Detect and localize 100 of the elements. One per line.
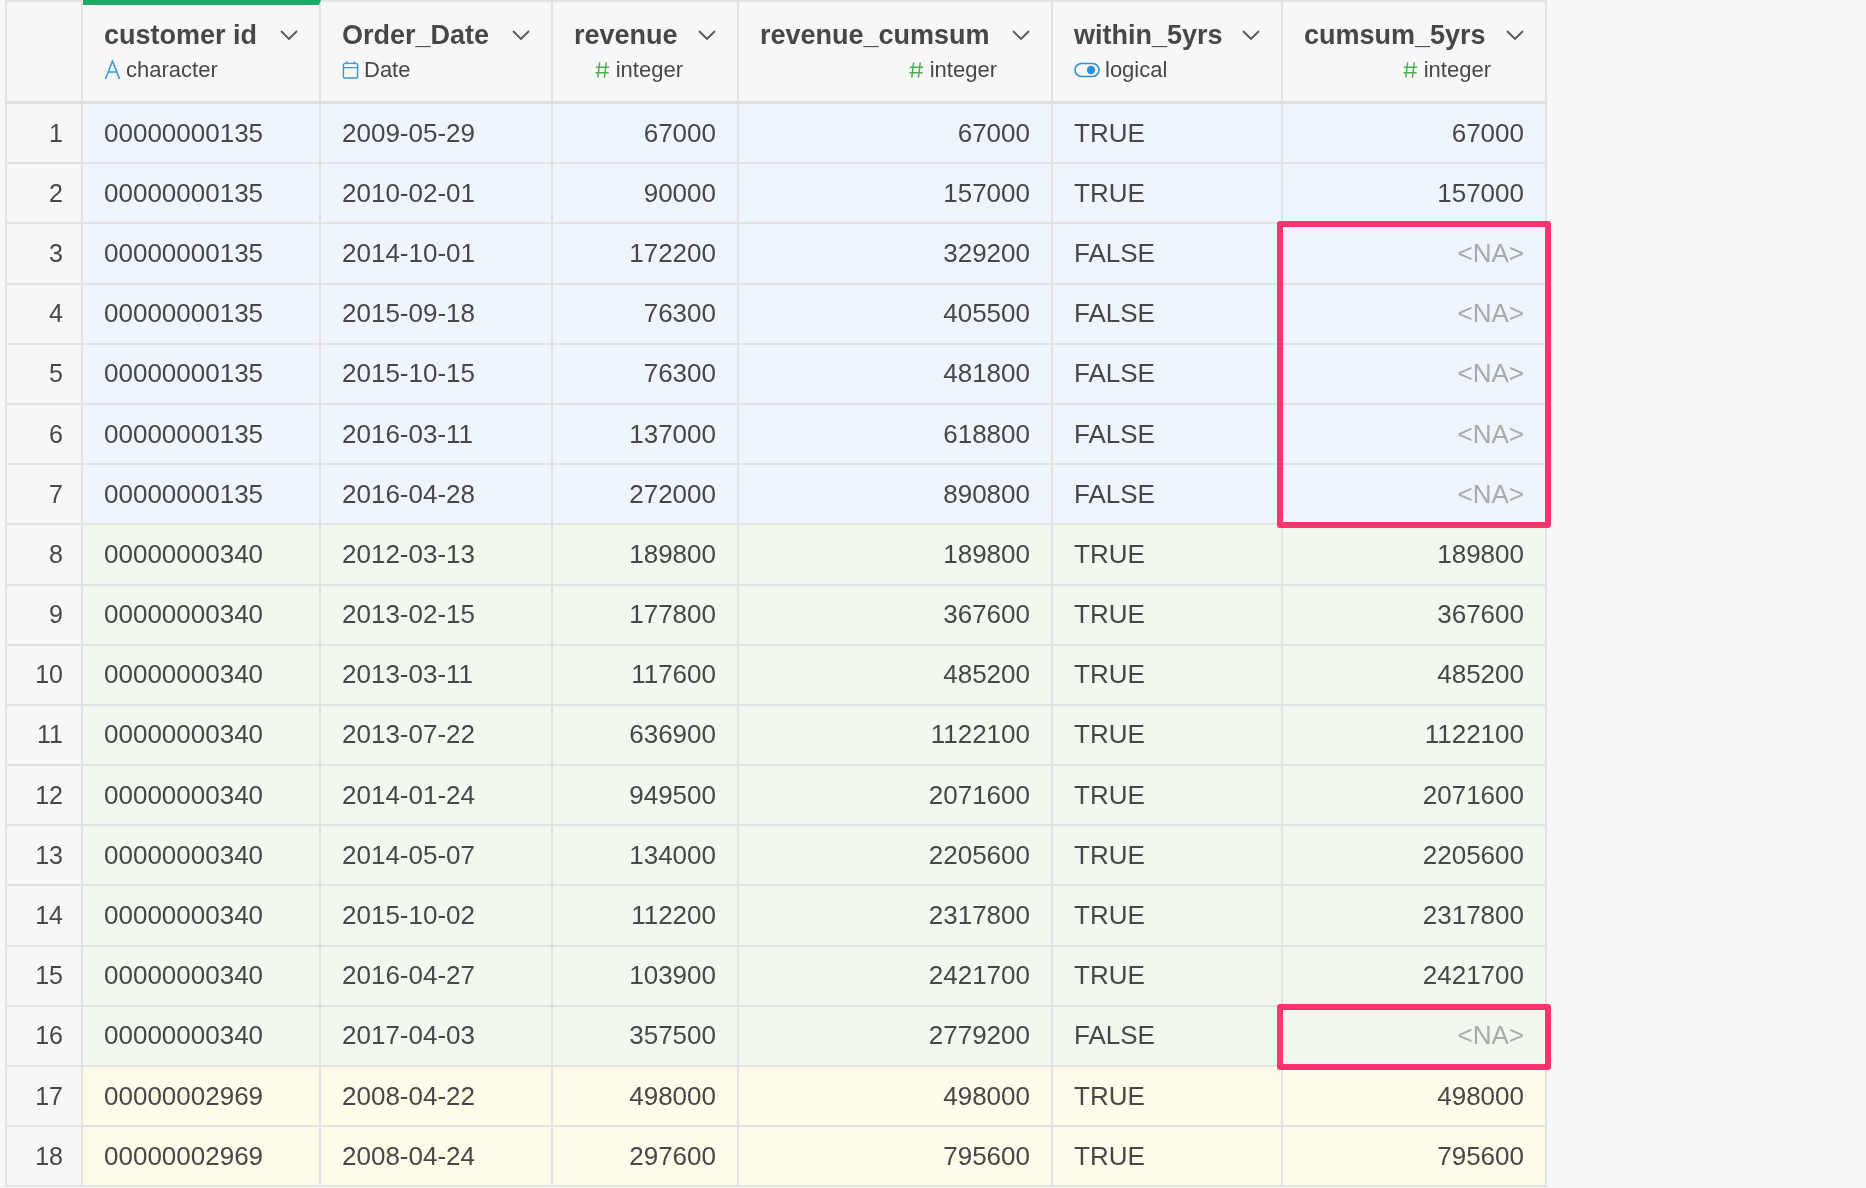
table-cell: 00000000340	[83, 705, 321, 767]
chevron-down-icon[interactable]	[1241, 29, 1261, 41]
column-name: within_5yrs	[1074, 19, 1223, 51]
row-number: 17	[5, 1067, 83, 1128]
table-cell: 189800	[739, 525, 1053, 586]
table-cell: 2014-10-01	[321, 224, 553, 285]
table-cell: 177800	[553, 585, 739, 646]
table-cell: 405500	[739, 284, 1053, 345]
table-cell: 67000	[1283, 104, 1547, 165]
table-cell: 367600	[739, 585, 1053, 646]
table-cell: 00000000135	[83, 404, 321, 466]
table-cell: 890800	[739, 465, 1053, 526]
column-type: integer	[615, 57, 683, 83]
table-cell: 2014-01-24	[321, 766, 553, 827]
table-cell: 67000	[553, 104, 739, 165]
table-cell: 00000000340	[83, 1006, 321, 1067]
table-cell: TRUE	[1053, 886, 1283, 947]
table-cell: <NA>	[1283, 224, 1547, 285]
table-cell: 2015-10-02	[321, 886, 553, 947]
table-cell: 172200	[553, 224, 739, 285]
table-cell: 795600	[1283, 1127, 1547, 1188]
table-cell: 2015-10-15	[321, 344, 553, 405]
table-cell: 2071600	[1283, 766, 1547, 827]
hash-icon	[1401, 60, 1419, 80]
calendar-icon	[342, 60, 359, 80]
table-cell: TRUE	[1053, 766, 1283, 827]
letter-a-icon	[104, 60, 121, 80]
table-cell: 76300	[553, 284, 739, 345]
row-number: 13	[5, 826, 83, 887]
toggle-icon	[1074, 62, 1100, 78]
table-cell: <NA>	[1283, 284, 1547, 345]
row-number: 1	[5, 104, 83, 165]
table-cell: 498000	[553, 1067, 739, 1128]
column-header[interactable]: Order_Date Date	[321, 2, 553, 101]
column-name: revenue	[574, 19, 678, 51]
table-cell: 00000000135	[83, 284, 321, 345]
table-cell: 618800	[739, 404, 1053, 466]
table-cell: 00000000340	[83, 585, 321, 646]
table-cell: 00000000340	[83, 886, 321, 947]
table-cell: 00000000340	[83, 766, 321, 827]
column-header[interactable]: cumsum_5yrs integer	[1283, 2, 1547, 101]
table-cell: 485200	[739, 645, 1053, 706]
table-cell: TRUE	[1053, 525, 1283, 586]
table-cell: 1122100	[1283, 705, 1547, 767]
table-cell: 00000000135	[83, 465, 321, 526]
table-cell: 117600	[553, 645, 739, 706]
table-cell: 103900	[553, 946, 739, 1007]
column-header[interactable]: within_5yrs logical	[1053, 2, 1283, 101]
table-cell: 00000000135	[83, 104, 321, 165]
table-cell: <NA>	[1283, 404, 1547, 466]
table-cell: 00000000340	[83, 525, 321, 586]
chevron-down-icon[interactable]	[1011, 29, 1031, 41]
table-cell: 90000	[553, 164, 739, 225]
table-cell: 2016-04-27	[321, 946, 553, 1007]
table-cell: 636900	[553, 705, 739, 767]
chevron-down-icon[interactable]	[279, 29, 299, 41]
table-cell: 2017-04-03	[321, 1006, 553, 1067]
column-type: character	[126, 57, 218, 83]
table-cell: TRUE	[1053, 645, 1283, 706]
table-cell: 00000002969	[83, 1127, 321, 1188]
table-cell: 00000000135	[83, 344, 321, 405]
column-name: customer id	[104, 19, 258, 51]
column-name: revenue_cumsum	[760, 19, 990, 51]
table-cell: 2013-02-15	[321, 585, 553, 646]
table-cell: 00000000340	[83, 645, 321, 706]
table-cell: 134000	[553, 826, 739, 887]
table-cell: 2008-04-24	[321, 1127, 553, 1188]
chevron-down-icon[interactable]	[511, 29, 531, 41]
table-cell: 157000	[739, 164, 1053, 225]
table-cell: 189800	[553, 525, 739, 586]
table-cell: 00000000135	[83, 224, 321, 285]
table-cell: 2779200	[739, 1006, 1053, 1067]
row-number: 15	[5, 946, 83, 1007]
table-cell: TRUE	[1053, 826, 1283, 887]
hash-icon	[907, 60, 925, 80]
column-name: cumsum_5yrs	[1304, 19, 1486, 51]
table-cell: 00000000340	[83, 826, 321, 887]
column-header[interactable]: revenue integer	[553, 2, 739, 101]
hash-icon	[593, 60, 611, 80]
table-cell: 2013-07-22	[321, 705, 553, 767]
table-cell: 357500	[553, 1006, 739, 1067]
table-cell: 2014-05-07	[321, 826, 553, 887]
column-header[interactable]: revenue_cumsum integer	[739, 2, 1053, 101]
table-cell: 2010-02-01	[321, 164, 553, 225]
column-type: Date	[364, 57, 411, 83]
table-cell: 2421700	[1283, 946, 1547, 1007]
table-cell: TRUE	[1053, 1067, 1283, 1128]
table-cell: 2317800	[739, 886, 1053, 947]
table-cell: 00000000340	[83, 946, 321, 1007]
table-cell: 1122100	[739, 705, 1053, 767]
table-cell: TRUE	[1053, 585, 1283, 646]
table-cell: 329200	[739, 224, 1053, 285]
table-cell: 2205600	[739, 826, 1053, 887]
table-cell: 481800	[739, 344, 1053, 405]
table-cell: 2015-09-18	[321, 284, 553, 345]
chevron-down-icon[interactable]	[697, 29, 717, 41]
chevron-down-icon[interactable]	[1505, 29, 1525, 41]
table-cell: 2016-04-28	[321, 465, 553, 526]
row-number: 6	[5, 404, 83, 466]
table-cell: 00000000135	[83, 164, 321, 225]
